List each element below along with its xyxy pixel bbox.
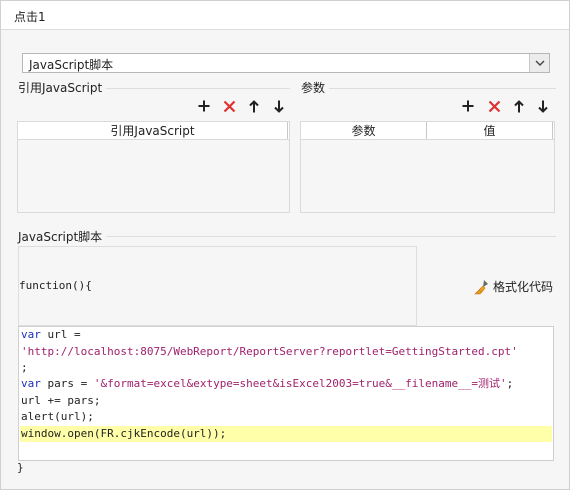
import-column-header[interactable]: 引用JavaScript: [18, 122, 288, 139]
chevron-down-icon[interactable]: [529, 54, 549, 72]
arrow-down-icon: [538, 100, 548, 113]
title-bar: 点击1: [1, 1, 569, 30]
code-line-4: var pars = '&format=excel&extype=sheet&i…: [21, 376, 513, 392]
params-section-label: 参数: [301, 79, 330, 96]
move-up-import-button[interactable]: [245, 97, 263, 115]
code-text: url += pars;: [21, 394, 101, 407]
move-down-import-button[interactable]: [270, 97, 288, 115]
main-panel: JavaScript脚本 引用JavaScript 参数 引用JavaScrip…: [1, 30, 569, 489]
red-x-icon: [488, 100, 500, 112]
code-line-6: alert(url);: [21, 409, 94, 425]
keyword-var: var: [21, 328, 41, 341]
format-code-label: 格式化代码: [493, 280, 554, 294]
code-line-2: 'http://localhost:8075/WebReport/ReportS…: [21, 344, 518, 360]
dialog-title: 点击1: [14, 10, 46, 24]
import-table-header: 引用JavaScript: [18, 122, 289, 140]
dialog-window: 点击1 JavaScript脚本 引用JavaScript 参数 引用JavaS…: [0, 0, 570, 490]
code-editor[interactable]: var url = 'http://localhost:8075/WebRepo…: [18, 326, 554, 461]
plus-icon: [198, 100, 210, 112]
add-param-button[interactable]: [459, 97, 477, 115]
arrow-up-icon: [514, 99, 524, 112]
function-header: function(){: [19, 279, 92, 292]
red-x-icon: [223, 100, 235, 112]
plus-icon: [462, 100, 474, 112]
import-table[interactable]: 引用JavaScript: [17, 121, 290, 213]
code-text: alert(url);: [21, 410, 94, 423]
code-line-7: window.open(FR.cjkEncode(url));: [21, 426, 226, 442]
params-table-header: 参数 值: [301, 122, 554, 140]
script-section-label: JavaScript脚本: [18, 228, 107, 245]
import-section-label: 引用JavaScript: [18, 79, 107, 96]
function-closing-brace: }: [17, 461, 24, 474]
script-type-select[interactable]: JavaScript脚本: [22, 53, 550, 73]
params-table[interactable]: 参数 值: [300, 121, 555, 213]
move-up-param-button[interactable]: [510, 97, 528, 115]
broom-icon: [474, 279, 488, 294]
arrow-up-icon: [249, 99, 259, 112]
code-line-3: ;: [21, 360, 28, 376]
add-import-button[interactable]: [195, 97, 213, 115]
param-value-column-header[interactable]: 值: [427, 122, 553, 139]
code-text: ;: [506, 377, 514, 390]
string-literal: '&format=excel&extype=sheet&isExcel2003=…: [93, 377, 507, 390]
arrow-down-icon: [274, 100, 284, 113]
params-section-divider: [301, 88, 556, 89]
code-text: window.open(FR.cjkEncode(url));: [21, 427, 227, 440]
keyword-var: var: [21, 377, 41, 390]
code-text: pars =: [40, 377, 94, 390]
delete-import-button[interactable]: [220, 97, 238, 115]
string-literal: 'http://localhost:8075/WebReport/ReportS…: [21, 345, 518, 358]
script-type-value: JavaScript脚本: [29, 58, 114, 72]
code-line-5: url += pars;: [21, 393, 100, 409]
move-down-param-button[interactable]: [534, 97, 552, 115]
delete-param-button[interactable]: [485, 97, 503, 115]
code-text: ;: [21, 361, 28, 374]
code-line-1: var url =: [21, 327, 81, 343]
param-name-column-header[interactable]: 参数: [301, 122, 427, 139]
code-text: url =: [40, 328, 81, 341]
format-code-button[interactable]: 格式化代码: [474, 278, 553, 295]
